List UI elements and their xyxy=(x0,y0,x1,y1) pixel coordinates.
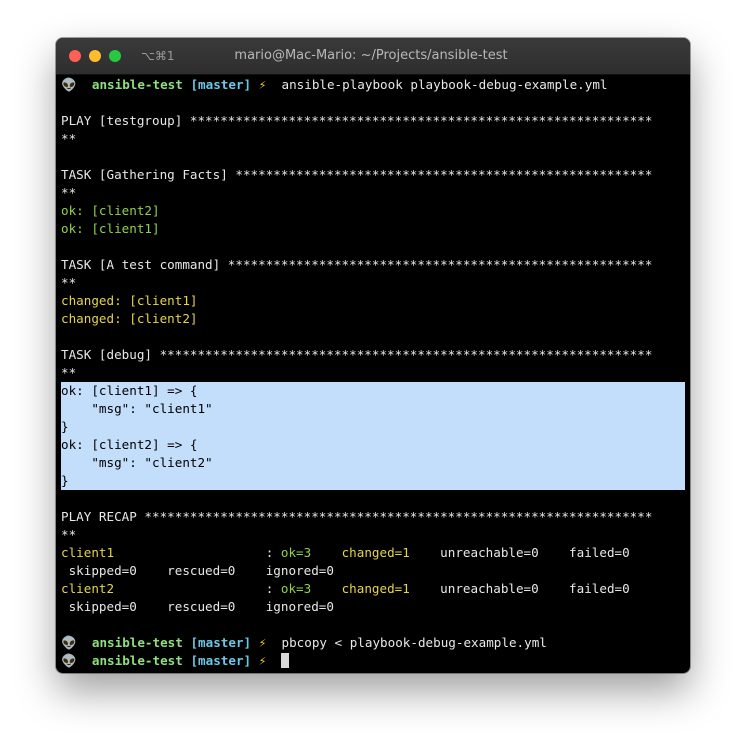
terminal-output[interactable]: 👽 ansible-test [master] ⚡ ansible-playbo… xyxy=(61,76,685,673)
task-header: TASK [A test command] ******************… xyxy=(61,257,653,272)
recap-header-cont: ** xyxy=(61,527,77,542)
recap-gap xyxy=(311,545,341,560)
debug-output: "msg": "client1" xyxy=(61,400,685,418)
task-header-cont: ** xyxy=(61,185,77,200)
command-text: pbcopy < playbook-debug-example.yml xyxy=(281,635,547,650)
alien-icon: 👽 xyxy=(61,635,77,650)
window-title-text: mario@Mac-Mario: ~/Projects/ansible-test xyxy=(234,48,508,63)
prompt-dir: ansible-test xyxy=(91,653,183,668)
debug-output: ok: [client1] => { xyxy=(61,382,685,400)
recap-row: client2 : ok=3 changed=1 unreachable=0 f… xyxy=(61,580,685,598)
alien-icon: 👽 xyxy=(61,77,77,92)
recap-host: client2 xyxy=(61,581,266,596)
task-result-ok: ok: [client2] xyxy=(61,203,160,218)
prompt-branch: [master] xyxy=(190,653,252,668)
task-header: TASK [Gathering Facts] *****************… xyxy=(61,167,653,182)
play-header: PLAY [testgroup] ***********************… xyxy=(61,113,653,128)
bolt-icon: ⚡ xyxy=(258,635,267,650)
recap-sep: : xyxy=(265,545,281,560)
prompt-line: 👽 ansible-test [master] ⚡ pbcopy < playb… xyxy=(61,634,685,652)
task-result-ok: ok: [client1] xyxy=(61,221,160,236)
debug-output: ok: [client2] => { xyxy=(61,436,685,454)
recap-row-cont: skipped=0 rescued=0 ignored=0 xyxy=(61,599,334,614)
task-result-changed: changed: [client2] xyxy=(61,311,198,326)
recap-row: client1 : ok=3 changed=1 unreachable=0 f… xyxy=(61,544,685,562)
title-bar[interactable]: ⌥⌘1 mario@Mac-Mario: ~/Projects/ansible-… xyxy=(56,38,690,75)
recap-sep: : xyxy=(265,581,281,596)
terminal-window: ⌥⌘1 mario@Mac-Mario: ~/Projects/ansible-… xyxy=(56,38,690,673)
task-header-cont: ** xyxy=(61,275,77,290)
debug-output: } xyxy=(61,472,685,490)
prompt-branch: [master] xyxy=(190,77,252,92)
recap-rest: unreachable=0 failed=0 xyxy=(409,545,630,560)
debug-output: } xyxy=(61,418,685,436)
text-selection[interactable]: ok: [client1] => { "msg": "client1" } ok… xyxy=(61,382,685,490)
prompt-line-active[interactable]: 👽 ansible-test [master] ⚡ xyxy=(61,652,685,670)
debug-output: "msg": "client2" xyxy=(61,454,685,472)
prompt-dir: ansible-test xyxy=(91,77,183,92)
alien-icon: 👽 xyxy=(61,653,77,668)
window-title: mario@Mac-Mario: ~/Projects/ansible-test xyxy=(56,38,690,74)
recap-host: client1 xyxy=(61,545,266,560)
prompt-line: 👽 ansible-test [master] ⚡ ansible-playbo… xyxy=(61,76,685,94)
recap-header: PLAY RECAP *****************************… xyxy=(61,509,653,524)
recap-row-cont: skipped=0 rescued=0 ignored=0 xyxy=(61,563,334,578)
recap-rest: unreachable=0 failed=0 xyxy=(409,581,630,596)
recap-ok: ok=3 xyxy=(280,545,312,560)
task-header-cont: ** xyxy=(61,365,77,380)
prompt-branch: [master] xyxy=(190,635,252,650)
prompt-dir: ansible-test xyxy=(91,635,183,650)
recap-changed: changed=1 xyxy=(341,545,410,560)
task-header: TASK [debug] ***************************… xyxy=(61,347,653,362)
play-header-cont: ** xyxy=(61,131,77,146)
recap-gap xyxy=(311,581,341,596)
recap-ok: ok=3 xyxy=(280,581,312,596)
bolt-icon: ⚡ xyxy=(258,653,267,668)
task-result-changed: changed: [client1] xyxy=(61,293,198,308)
text-cursor xyxy=(281,653,290,668)
command-text: ansible-playbook playbook-debug-example.… xyxy=(281,77,608,92)
recap-changed: changed=1 xyxy=(341,581,410,596)
bolt-icon: ⚡ xyxy=(258,77,267,92)
